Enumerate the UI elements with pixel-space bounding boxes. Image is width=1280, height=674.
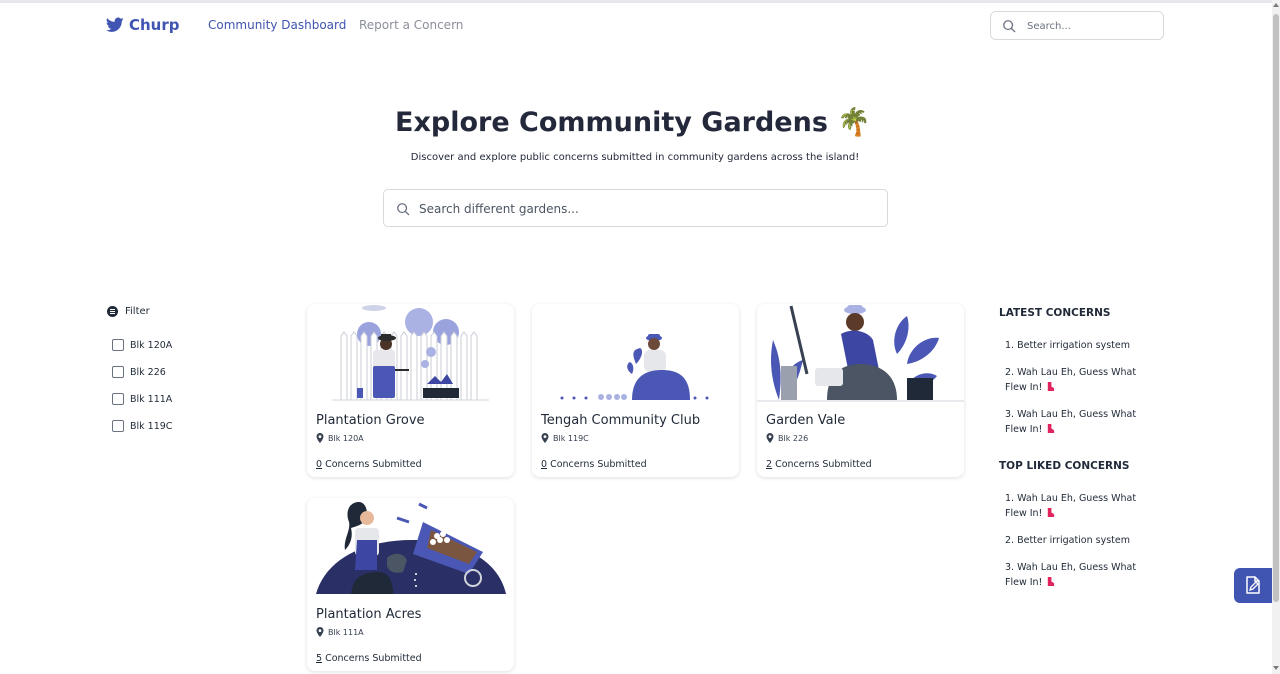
garden-location: Blk 119C (541, 433, 589, 443)
garden-location-text: Blk 120A (328, 433, 364, 443)
filter-option-label: Blk 226 (130, 366, 166, 378)
concern-count[interactable]: 2 Concerns Submitted (766, 459, 872, 470)
garden-name: Plantation Acres (316, 607, 422, 622)
filter-label: Filter (125, 306, 150, 317)
top-liked-concern-item[interactable]: 2. Better irrigation system (1005, 533, 1145, 548)
garden-card[interactable]: Tengah Community Club Blk 119C 0 Concern… (532, 304, 739, 477)
concern-count[interactable]: 5 Concerns Submitted (316, 653, 422, 664)
filter-header: Filter (107, 306, 150, 317)
boot-icon (1048, 508, 1055, 517)
filter-checkbox[interactable] (112, 366, 124, 378)
location-pin-icon (316, 433, 324, 443)
top-liked-concern-text[interactable]: 3. Wah Lau Eh, Guess What Flew In! (1005, 562, 1136, 588)
garden-name: Plantation Grove (316, 413, 425, 428)
concern-count-label: Concerns Submitted (550, 459, 647, 470)
filter-option-blk-119c[interactable]: Blk 119C (112, 420, 172, 432)
filter-checkbox[interactable] (112, 339, 124, 351)
location-pin-icon (316, 627, 324, 637)
brand-logo[interactable]: Churp (106, 16, 180, 34)
garden-location-text: Blk 111A (328, 627, 364, 637)
search-icon (1003, 20, 1016, 33)
latest-concerns-heading: LATEST CONCERNS (999, 307, 1111, 319)
boot-icon (1048, 577, 1055, 586)
latest-concern-item[interactable]: 1. Better irrigation system (1005, 338, 1145, 353)
scroll-up-arrow-icon[interactable] (1273, 3, 1279, 7)
concern-count-number[interactable]: 2 (766, 459, 772, 470)
concern-count[interactable]: 0 Concerns Submitted (316, 459, 422, 470)
page-title: Explore Community Gardens 🌴 (0, 106, 1266, 138)
garden-location-text: Blk 119C (553, 433, 589, 443)
nav-search-box[interactable] (990, 11, 1164, 40)
nav-search-input[interactable] (1027, 18, 1157, 34)
latest-concern-text[interactable]: 3. Wah Lau Eh, Guess What Flew In! (1005, 409, 1136, 435)
boot-icon (1048, 424, 1055, 433)
filter-checkbox[interactable] (112, 393, 124, 405)
latest-concern-text[interactable]: 2. Wah Lau Eh, Guess What Flew In! (1005, 367, 1136, 393)
garden-card[interactable]: Plantation Acres Blk 111A 5 Concerns Sub… (307, 498, 514, 671)
garden-name: Garden Vale (766, 413, 846, 428)
scroll-thumb[interactable] (1273, 14, 1279, 602)
kneeling-gardener-illustration (560, 334, 709, 400)
filter-option-label: Blk 120A (130, 339, 173, 351)
page-title-text: Explore Community Gardens (395, 107, 828, 138)
latest-concern-item[interactable]: 2. Wah Lau Eh, Guess What Flew In! (1005, 365, 1145, 395)
concern-count-label: Concerns Submitted (325, 459, 422, 470)
garden-card[interactable]: Garden Vale Blk 226 2 Concerns Submitted (757, 304, 964, 477)
location-pin-icon (766, 433, 774, 443)
concern-count-number[interactable]: 5 (316, 653, 322, 664)
garden-search-box[interactable] (383, 189, 888, 227)
concern-count-number[interactable]: 0 (541, 459, 547, 470)
garden-location: Blk 111A (316, 627, 364, 637)
gardener-plants-illustration (757, 305, 964, 402)
filter-option-label: Blk 119C (130, 420, 173, 432)
filter-option-label: Blk 111A (130, 393, 173, 405)
filter-option-blk-226[interactable]: Blk 226 (112, 366, 166, 378)
gardener-fence-illustration (332, 305, 489, 401)
page-scrollbar[interactable] (1272, 0, 1280, 674)
top-liked-concern-text[interactable]: 1. Wah Lau Eh, Guess What Flew In! (1005, 493, 1136, 519)
concern-count-number[interactable]: 0 (316, 459, 322, 470)
top-liked-concern-text[interactable]: 2. Better irrigation system (1005, 535, 1130, 546)
garden-location: Blk 120A (316, 433, 364, 443)
boot-icon (1048, 382, 1055, 391)
garden-location-text: Blk 226 (778, 433, 809, 443)
scroll-down-arrow-icon[interactable] (1273, 666, 1279, 670)
brand-name: Churp (129, 16, 180, 34)
garden-location: Blk 226 (766, 433, 808, 443)
palm-tree-emoji: 🌴 (837, 107, 871, 138)
top-liked-concerns-heading: TOP LIKED CONCERNS (999, 460, 1130, 472)
garden-search-input[interactable] (419, 200, 859, 218)
floating-report-button[interactable] (1234, 568, 1272, 603)
page-subtitle: Discover and explore public concerns sub… (410, 152, 860, 163)
search-icon (397, 203, 410, 216)
filter-option-blk-111a[interactable]: Blk 111A (112, 393, 172, 405)
nav-community-dashboard[interactable]: Community Dashboard (208, 18, 346, 32)
filter-icon (107, 306, 118, 317)
latest-concern-item[interactable]: 3. Wah Lau Eh, Guess What Flew In! (1005, 407, 1145, 437)
wheelbarrow-gardener-illustration (316, 502, 506, 594)
navbar: Churp Community Dashboard Report a Conce… (0, 3, 1272, 49)
filter-checkbox[interactable] (112, 420, 124, 432)
garden-name: Tengah Community Club (541, 413, 701, 428)
concern-count[interactable]: 0 Concerns Submitted (541, 459, 647, 470)
filter-option-blk-120a[interactable]: Blk 120A (112, 339, 172, 351)
concern-count-label: Concerns Submitted (775, 459, 872, 470)
garden-card[interactable]: Plantation Grove Blk 120A 0 Concerns Sub… (307, 304, 514, 477)
bird-icon (106, 17, 124, 32)
location-pin-icon (541, 433, 549, 443)
nav-report-concern[interactable]: Report a Concern (359, 18, 463, 32)
concern-count-label: Concerns Submitted (325, 653, 422, 664)
file-edit-icon (1246, 576, 1260, 594)
top-liked-concern-item[interactable]: 1. Wah Lau Eh, Guess What Flew In! (1005, 491, 1145, 521)
latest-concern-text[interactable]: 1. Better irrigation system (1005, 340, 1130, 351)
top-liked-concern-item[interactable]: 3. Wah Lau Eh, Guess What Flew In! (1005, 560, 1145, 590)
